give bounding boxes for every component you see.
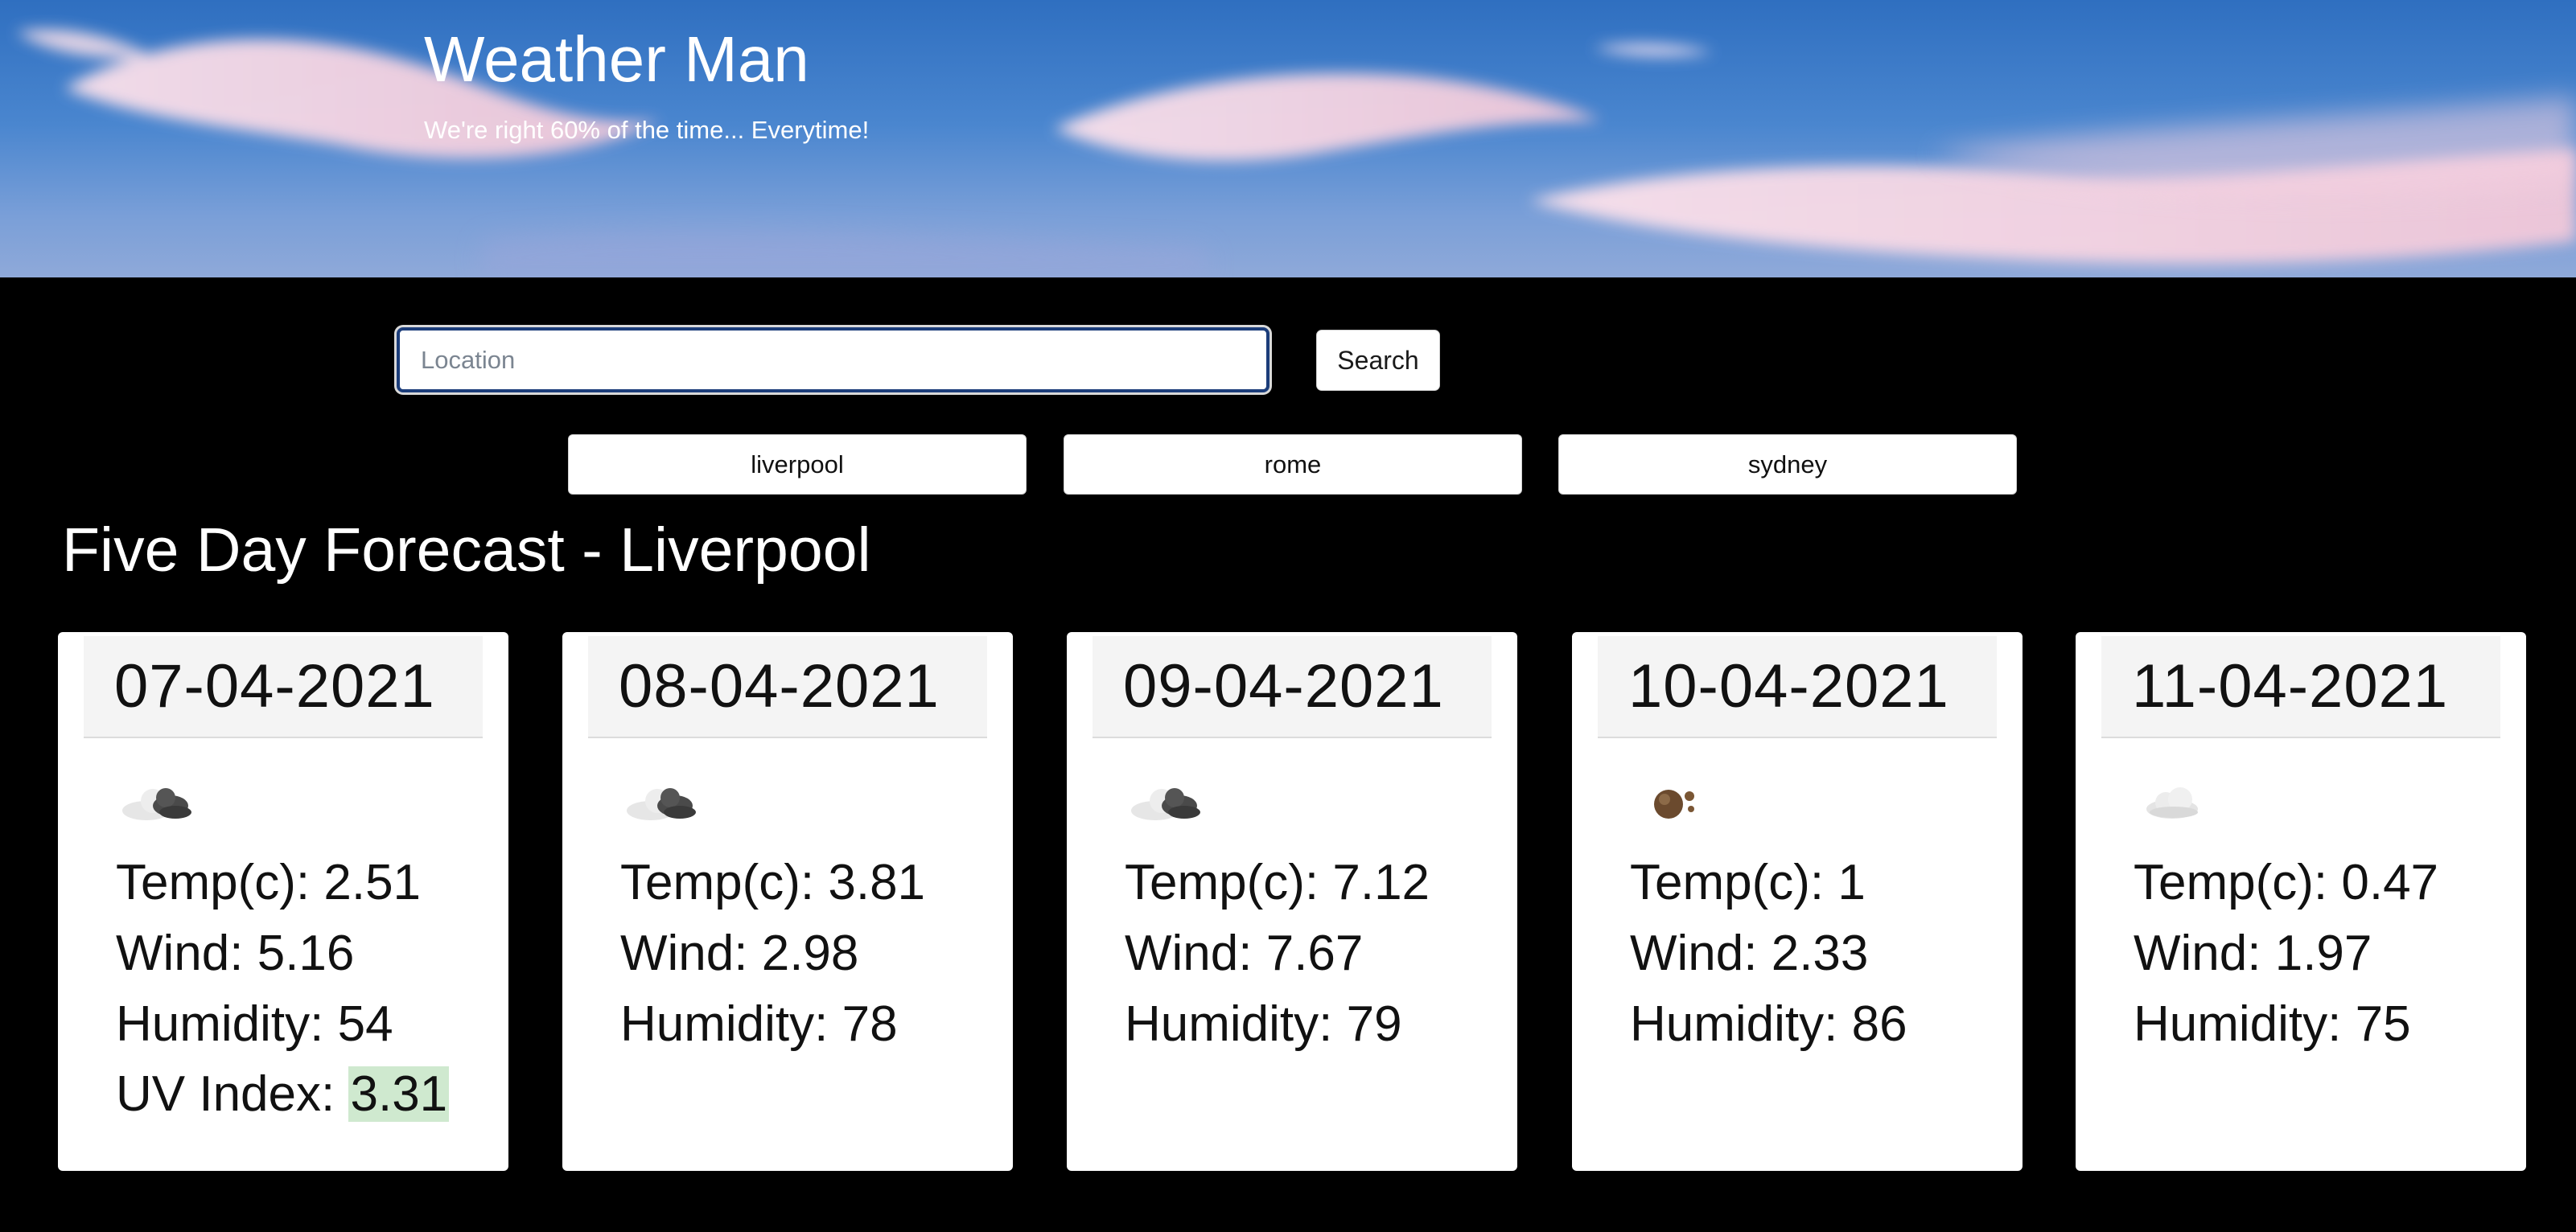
forecast-card: 08-04-2021 Temp(c): 3.81 Wind: 2.98 Humi… [562, 632, 1013, 1171]
forecast-date: 11-04-2021 [2132, 652, 2449, 721]
temperature-value: Temp(c): 2.51 [116, 855, 422, 910]
forecast-card: 10-04-2021 Temp(c): 1 Wind: 2.33 Humidit… [1572, 632, 2023, 1171]
forecast-card: 07-04-2021 Temp(c): 2.51 Wind: 5.16 Humi… [58, 632, 508, 1171]
forecast-date: 08-04-2021 [619, 652, 940, 721]
partly-cloudy-icon [1131, 788, 1200, 820]
temperature-value: Temp(c): 7.12 [1125, 855, 1430, 910]
forecast-date: 10-04-2021 [1628, 652, 1949, 721]
location-search-input[interactable] [397, 327, 1269, 392]
humidity-value: Humidity: 75 [2134, 996, 2411, 1052]
humidity-value: Humidity: 79 [1125, 996, 1402, 1052]
uv-index-value: UV Index: 3.31 [116, 1066, 450, 1122]
history-button-sydney[interactable]: sydney [1558, 434, 2017, 495]
card-header: 07-04-2021 [84, 636, 483, 738]
hail-icon [1654, 790, 1694, 819]
forecast-date: 09-04-2021 [1123, 652, 1444, 721]
search-button[interactable]: Search [1316, 330, 1440, 391]
card-header: 08-04-2021 [588, 636, 987, 738]
header-banner: Weather Man We're right 60% of the time.… [0, 0, 2576, 277]
forecast-card: 09-04-2021 Temp(c): 7.12 Wind: 7.67 Humi… [1067, 632, 1517, 1171]
wind-value: Wind: 1.97 [2134, 926, 2372, 981]
history-button-rome[interactable]: rome [1064, 434, 1522, 495]
wind-value: Wind: 2.33 [1630, 926, 1869, 981]
humidity-value: Humidity: 86 [1630, 996, 1907, 1052]
sky-background-image [16, 29, 2576, 277]
temperature-value: Temp(c): 1 [1630, 855, 1866, 910]
partly-cloudy-icon [627, 788, 696, 820]
humidity-value: Humidity: 54 [116, 996, 393, 1052]
wind-value: Wind: 7.67 [1125, 926, 1364, 981]
card-header: 11-04-2021 [2101, 636, 2500, 738]
uv-index-badge: 3.31 [348, 1066, 450, 1122]
wind-value: Wind: 5.16 [116, 926, 355, 981]
site-title: Weather Man [424, 23, 809, 95]
temperature-value: Temp(c): 3.81 [620, 855, 926, 910]
history-button-liverpool[interactable]: liverpool [568, 434, 1027, 495]
forecast-date: 07-04-2021 [114, 652, 435, 721]
wind-value: Wind: 2.98 [620, 926, 859, 981]
humidity-value: Humidity: 78 [620, 996, 898, 1052]
cloud-icon [2146, 787, 2198, 819]
site-tagline: We're right 60% of the time... Everytime… [424, 116, 870, 144]
partly-cloudy-icon [122, 788, 191, 820]
temperature-value: Temp(c): 0.47 [2134, 855, 2439, 910]
card-header: 10-04-2021 [1598, 636, 1997, 738]
forecast-heading: Five Day Forecast - Liverpool [62, 515, 871, 585]
forecast-card: 11-04-2021 Temp(c): 0.47 Wind: 1.97 Humi… [2076, 632, 2526, 1171]
card-header: 09-04-2021 [1093, 636, 1492, 738]
